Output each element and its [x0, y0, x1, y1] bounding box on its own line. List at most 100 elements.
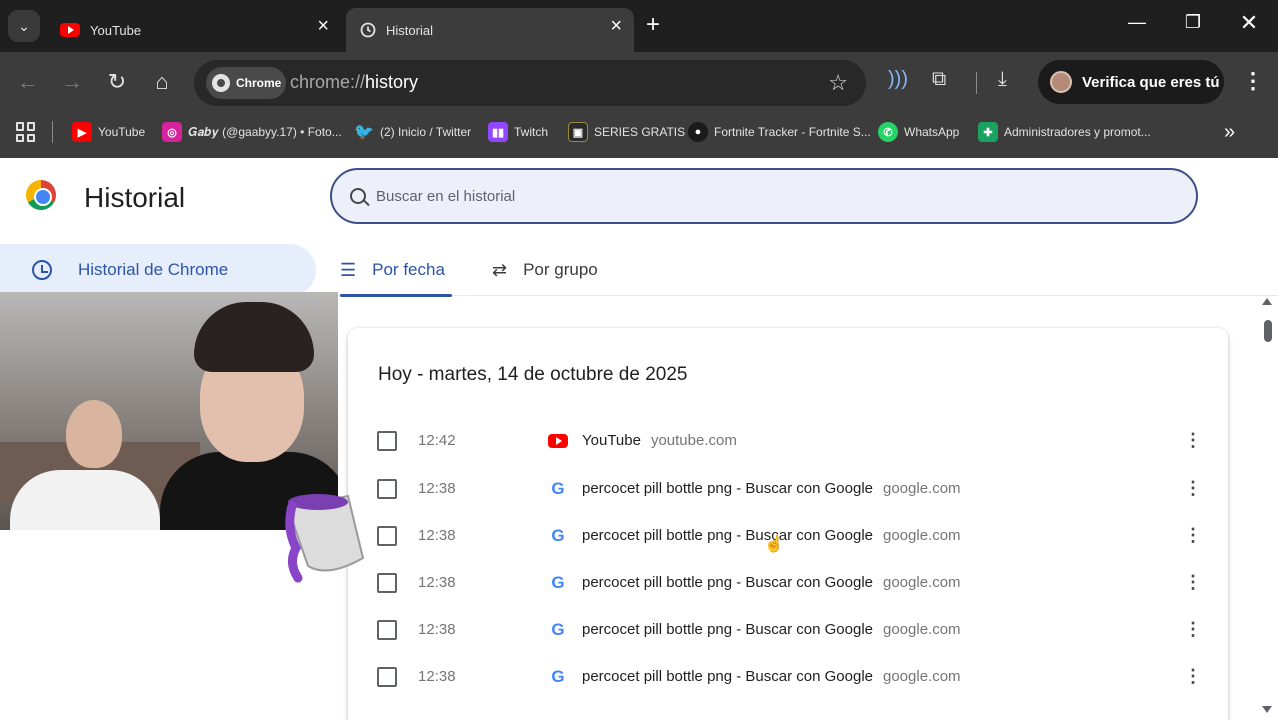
more-actions-icon[interactable]: ⋮	[1184, 430, 1202, 451]
row-domain: google.com	[883, 480, 961, 497]
apps-grid-icon[interactable]	[16, 122, 36, 142]
profile-button[interactable]: Verifica que eres tú	[1038, 60, 1224, 104]
tab-by-group[interactable]: ⇄ Por grupo	[492, 244, 598, 296]
history-row[interactable]: 12:38 G percocet pill bottle png - Busca…	[348, 476, 1228, 523]
tab-label: Por grupo	[523, 260, 598, 279]
day-header: Hoy - martes, 14 de octubre de 2025	[378, 364, 688, 385]
more-actions-icon[interactable]: ⋮	[1184, 666, 1202, 687]
tab-search-button[interactable]: ⌄	[8, 10, 40, 42]
group-icon: ⇄	[492, 259, 508, 280]
home-button[interactable]: ⌂	[148, 70, 176, 94]
cast-icon[interactable]: )))	[888, 68, 908, 91]
address-bar[interactable]: Chrome chrome://history ☆	[194, 60, 866, 106]
row-checkbox[interactable]	[377, 479, 397, 499]
youtube-icon: ▶	[72, 122, 92, 142]
more-actions-icon[interactable]: ⋮	[1184, 572, 1202, 593]
row-link[interactable]: percocet pill bottle png - Buscar con Go…	[582, 621, 961, 638]
bookmark-fortnite[interactable]: ● Fortnite Tracker - Fortnite S...	[688, 121, 871, 143]
bookmark-twitter[interactable]: 🐦 (2) Inicio / Twitter	[354, 121, 471, 143]
search-input[interactable]	[376, 187, 1156, 205]
chip-label: Chrome	[236, 76, 282, 90]
history-row[interactable]: 12:42 YouTube youtube.com ⋮	[348, 428, 1228, 475]
sidebar-item-chrome-history[interactable]: Historial de Chrome	[0, 244, 316, 296]
row-title: YouTube	[582, 432, 641, 449]
row-time: 12:38	[418, 621, 456, 638]
person-left	[10, 400, 160, 530]
minimize-button[interactable]: —	[1122, 12, 1152, 33]
row-link[interactable]: YouTube youtube.com	[582, 432, 737, 449]
twitter-icon: 🐦	[354, 124, 374, 141]
history-row[interactable]: 12:38 G percocet pill bottle png - Busca…	[348, 664, 1228, 711]
history-row[interactable]: 12:38 G percocet pill bottle png - Busca…	[348, 570, 1228, 617]
bookmarks-overflow-icon[interactable]: »	[1224, 121, 1235, 144]
close-icon[interactable]: ×	[317, 16, 329, 36]
history-day-card: Hoy - martes, 14 de octubre de 2025 12:4…	[348, 328, 1228, 720]
reload-button[interactable]: ↻	[103, 70, 131, 94]
tab-title: Historial	[386, 22, 433, 38]
toolbar-divider	[976, 72, 977, 94]
row-title: percocet pill bottle png - Buscar con Go…	[582, 621, 873, 638]
instagram-icon: ◎	[162, 122, 182, 142]
google-icon: G	[551, 526, 565, 545]
close-icon[interactable]: ×	[610, 16, 622, 36]
tab-youtube[interactable]: YouTube ×	[46, 8, 341, 52]
scroll-up-icon[interactable]	[1262, 298, 1272, 305]
restore-button[interactable]: ❐	[1178, 12, 1208, 33]
row-time: 12:38	[418, 480, 456, 497]
more-actions-icon[interactable]: ⋮	[1184, 619, 1202, 640]
row-checkbox[interactable]	[377, 526, 397, 546]
sidebar-item-label: Historial de Chrome	[78, 260, 229, 279]
list-icon: ☰	[340, 259, 357, 280]
bookmark-youtube[interactable]: ▶ YouTube	[72, 121, 145, 143]
row-link[interactable]: percocet pill bottle png - Buscar con Go…	[582, 668, 961, 685]
history-icon	[32, 260, 52, 280]
history-row[interactable]: 12:38 G percocet pill bottle png - Busca…	[348, 523, 1228, 570]
bookmark-label: SERIES GRATIS	[594, 125, 686, 139]
window-close-button[interactable]: ✕	[1234, 10, 1264, 36]
more-menu-icon[interactable]: ⋮	[1242, 68, 1264, 94]
row-time: 12:38	[418, 574, 456, 591]
series-icon: ▣	[568, 122, 588, 142]
bookmark-instagram[interactable]: ◎ 𝑮𝒂𝒃𝒚 (@gaabyy.17) • Foto...	[162, 121, 342, 143]
youtube-icon	[548, 431, 568, 451]
tab-by-date[interactable]: ☰ Por fecha	[340, 244, 452, 297]
bookmark-label: Administradores y promot...	[1004, 125, 1151, 139]
history-search[interactable]	[330, 168, 1198, 224]
bookmark-series[interactable]: ▣ SERIES GRATIS	[568, 121, 685, 143]
row-checkbox[interactable]	[377, 573, 397, 593]
bookmarks-bar: ▶ YouTube ◎ 𝑮𝒂𝒃𝒚 (@gaabyy.17) • Foto... 🐦 (…	[0, 114, 1278, 158]
new-tab-button[interactable]: +	[646, 12, 660, 38]
scrollbar-thumb[interactable]	[1264, 320, 1272, 342]
twitch-icon: ▮▮	[488, 122, 508, 142]
row-link[interactable]: percocet pill bottle png - Buscar con Go…	[582, 480, 961, 497]
scroll-down-icon[interactable]	[1262, 706, 1272, 713]
cup-sticker-icon	[285, 494, 365, 583]
profile-label: Verifica que eres tú	[1082, 73, 1220, 91]
row-checkbox[interactable]	[377, 431, 397, 451]
bookmark-twitch[interactable]: ▮▮ Twitch	[488, 121, 548, 143]
bookmark-star-icon[interactable]: ☆	[828, 70, 848, 96]
row-domain: google.com	[883, 621, 961, 638]
row-link[interactable]: percocet pill bottle png - Buscar con Go…	[582, 574, 961, 591]
more-actions-icon[interactable]: ⋮	[1184, 525, 1202, 546]
bookmark-label: (2) Inicio / Twitter	[380, 125, 472, 139]
chrome-chip[interactable]: Chrome	[206, 67, 286, 99]
tab-historial[interactable]: Historial ×	[346, 8, 634, 52]
chrome-icon	[212, 74, 230, 92]
more-actions-icon[interactable]: ⋮	[1184, 478, 1202, 499]
url-path: history	[365, 72, 419, 92]
row-time: 12:38	[418, 668, 456, 685]
back-button[interactable]: ←	[14, 70, 42, 94]
history-row[interactable]: 12:38 G percocet pill bottle png - Busca…	[348, 617, 1228, 664]
bookmark-whatsapp[interactable]: ✆ WhatsApp	[878, 121, 959, 143]
bookmark-label: 𝑮𝒂𝒃𝒚 (@gaabyy.17) • Foto...	[188, 124, 342, 139]
extensions-icon[interactable]: ⧉	[932, 68, 946, 91]
download-icon[interactable]: ⤓	[998, 68, 1007, 91]
bookmark-sheets[interactable]: ✚ Administradores y promot...	[978, 121, 1151, 143]
forward-button[interactable]: →	[58, 70, 86, 94]
row-checkbox[interactable]	[377, 620, 397, 640]
google-icon: G	[551, 620, 565, 639]
url-text[interactable]: chrome://history	[290, 72, 418, 93]
chevron-down-icon: ⌄	[18, 17, 30, 34]
row-checkbox[interactable]	[377, 667, 397, 687]
